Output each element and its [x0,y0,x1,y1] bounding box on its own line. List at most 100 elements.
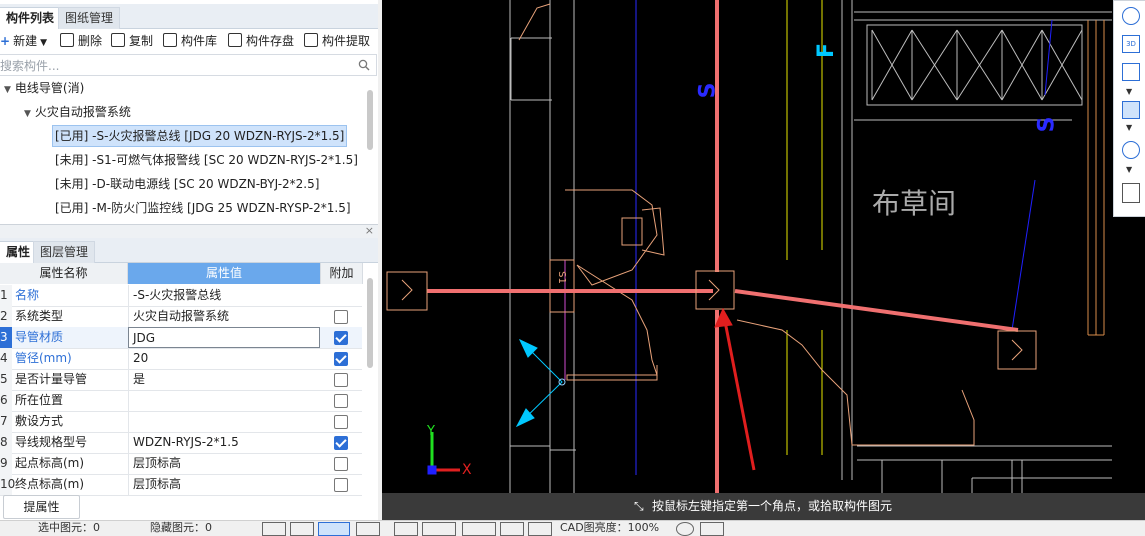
command-prompt: 按鼠标左键指定第一个角点，或拾取构件图元 [652,499,893,513]
component-store-button[interactable]: 构件存盘 [228,32,294,50]
left-panel: 构件列表 图纸管理 + 新建 ▼ 删除 复制 构件库 构件存盘 构件提取 搜索构件.… [0,0,378,534]
property-value[interactable]: 层顶标高 [128,474,320,495]
tree-item[interactable]: [已用] -M-防火门监控线 [JDG 25 WDZN-RYSP-2*1.5] [55,198,351,218]
delete-button[interactable]: 删除 [60,32,102,50]
row-number: 8 [0,432,12,453]
pane-divider[interactable]: × [0,224,378,239]
row-number: 5 [0,369,12,390]
row-number: 3 [0,327,12,348]
chevron-down-icon[interactable]: ▼ [1126,123,1132,132]
row-number: 9 [0,453,12,474]
chevron-down-icon[interactable]: ▼ [1126,165,1132,174]
attach-checkbox[interactable] [334,352,348,366]
axis-y-label: Y [427,424,435,439]
3d-view-icon[interactable]: 3D [1122,35,1140,53]
tree-node-group[interactable]: ▼ 火灾自动报警系统 [24,102,131,122]
pipe-label-s: S [695,82,721,99]
property-value[interactable]: JDG [128,327,320,348]
extract-properties-button[interactable]: 提属性 [3,495,80,519]
room-label: 布草间 [872,187,957,220]
property-row[interactable]: 5 是否计量导管 是 [0,369,362,391]
property-row[interactable]: 9 起点标高(m) 层顶标高 [0,453,362,475]
tree-scrollbar[interactable] [367,90,373,150]
attach-checkbox[interactable] [334,436,348,450]
property-value[interactable] [128,390,320,411]
property-row[interactable]: 6 所在位置 [0,390,362,412]
orbit-icon[interactable] [1122,7,1140,25]
tab-drawing-management[interactable]: 图纸管理 [58,7,121,29]
axis-x-label: X [462,462,472,478]
component-extract-button[interactable]: 构件提取 [304,32,370,50]
extract-icon [304,33,318,47]
attach-checkbox[interactable] [334,394,348,408]
property-value[interactable]: 火灾自动报警系统 [128,306,320,327]
hidden-count: 隐藏图元：0 [150,521,212,534]
copy-button[interactable]: 复制 [111,32,153,50]
chevron-down-icon[interactable]: ▼ [1126,87,1132,96]
property-row[interactable]: 7 敷设方式 [0,411,362,433]
pipe-label-f: F [814,42,840,59]
close-icon[interactable]: × [365,224,374,237]
property-value[interactable]: 层顶标高 [128,453,320,474]
attach-checkbox[interactable] [334,310,348,324]
expand-caret-icon[interactable]: ▼ [24,109,31,119]
cad-brightness: CAD图亮度：100% [560,521,660,534]
property-value[interactable]: -S-火灾报警总线 [128,285,320,306]
property-row[interactable]: 3 导管材质 JDG [0,327,362,349]
component-tabbar: 构件列表 图纸管理 [0,4,378,29]
search-icon[interactable] [358,59,370,71]
cad-canvas[interactable]: 布草间 S S F S1 X Y [382,0,1145,534]
component-library-button[interactable]: 构件库 [163,32,217,50]
tree-item[interactable]: [未用] -D-联动电源线 [SC 20 WDZN-BYJ-2*2.5] [55,174,319,194]
property-value[interactable]: WDZN-RYJS-2*1.5 [128,432,320,453]
row-number: 2 [0,306,12,327]
property-name: 所在位置 [15,393,64,407]
cube-icon[interactable] [1122,63,1140,81]
property-row[interactable]: 4 管径(mm) 20 [0,348,362,370]
tab-component-list[interactable]: 构件列表 [0,7,62,29]
shaded-cube-icon[interactable] [1122,101,1140,119]
header-property-value: 属性值 [128,263,321,284]
rotate-icon[interactable] [1122,141,1140,159]
expand-caret-icon[interactable]: ▼ [4,85,11,95]
copy-icon [111,33,125,47]
tree-item[interactable]: [未用] -S1-可燃气体报警线 [SC 20 WDZN-RYJS-2*1.5] [55,150,358,170]
attach-checkbox[interactable] [334,373,348,387]
header-attach: 附加 [321,263,363,284]
property-row[interactable]: 8 导线规格型号 WDZN-RYJS-2*1.5 [0,432,362,454]
property-name: 系统类型 [15,309,64,323]
property-tabbar: 属性 图层管理 [0,238,378,263]
attach-checkbox[interactable] [334,415,348,429]
view-toolbar: 3D ▼ ▼ ▼ [1113,0,1145,217]
tree-node-root[interactable]: ▼ 电线导管(消) [4,78,84,98]
tab-layer-management[interactable]: 图层管理 [33,241,96,263]
row-number: 6 [0,390,12,411]
attach-checkbox[interactable] [334,331,348,345]
layer-list-icon[interactable] [1122,183,1140,203]
property-name: 终点标高(m) [15,477,85,491]
attach-checkbox[interactable] [334,478,348,492]
property-value[interactable]: 是 [128,369,320,390]
property-name: 名称 [15,288,40,302]
tab-properties[interactable]: 属性 [0,241,38,263]
new-button[interactable]: + 新建 ▼ [0,32,47,50]
cad-drawing[interactable] [382,0,1145,534]
pipe-label-s: S [1034,116,1060,133]
header-property-name: 属性名称 [0,263,128,284]
tree-item[interactable]: [已用] -S-火灾报警总线 [JDG 20 WDZN-RYJS-2*1.5] [52,125,348,147]
property-value[interactable]: 20 [128,348,320,369]
library-icon [163,33,177,47]
new-icon: + [0,34,11,48]
property-value[interactable] [128,411,320,432]
component-toolbar: + 新建 ▼ 删除 复制 构件库 构件存盘 构件提取 [0,29,378,53]
property-row[interactable]: 10 终点标高(m) 层顶标高 [0,474,362,496]
row-number: 10 [0,474,15,495]
grid-scrollbar[interactable] [367,278,373,368]
property-row[interactable]: 1 名称 -S-火灾报警总线 [0,285,362,307]
property-name: 是否计量导管 [15,372,88,386]
property-row[interactable]: 2 系统类型 火灾自动报警系统 [0,306,362,328]
attach-checkbox[interactable] [334,457,348,471]
component-search-input[interactable]: 搜索构件... [0,54,377,76]
chevron-down-icon: ▼ [40,38,47,48]
command-prompt-bar: ⤡ 按鼠标左键指定第一个角点，或拾取构件图元 [382,493,1145,520]
